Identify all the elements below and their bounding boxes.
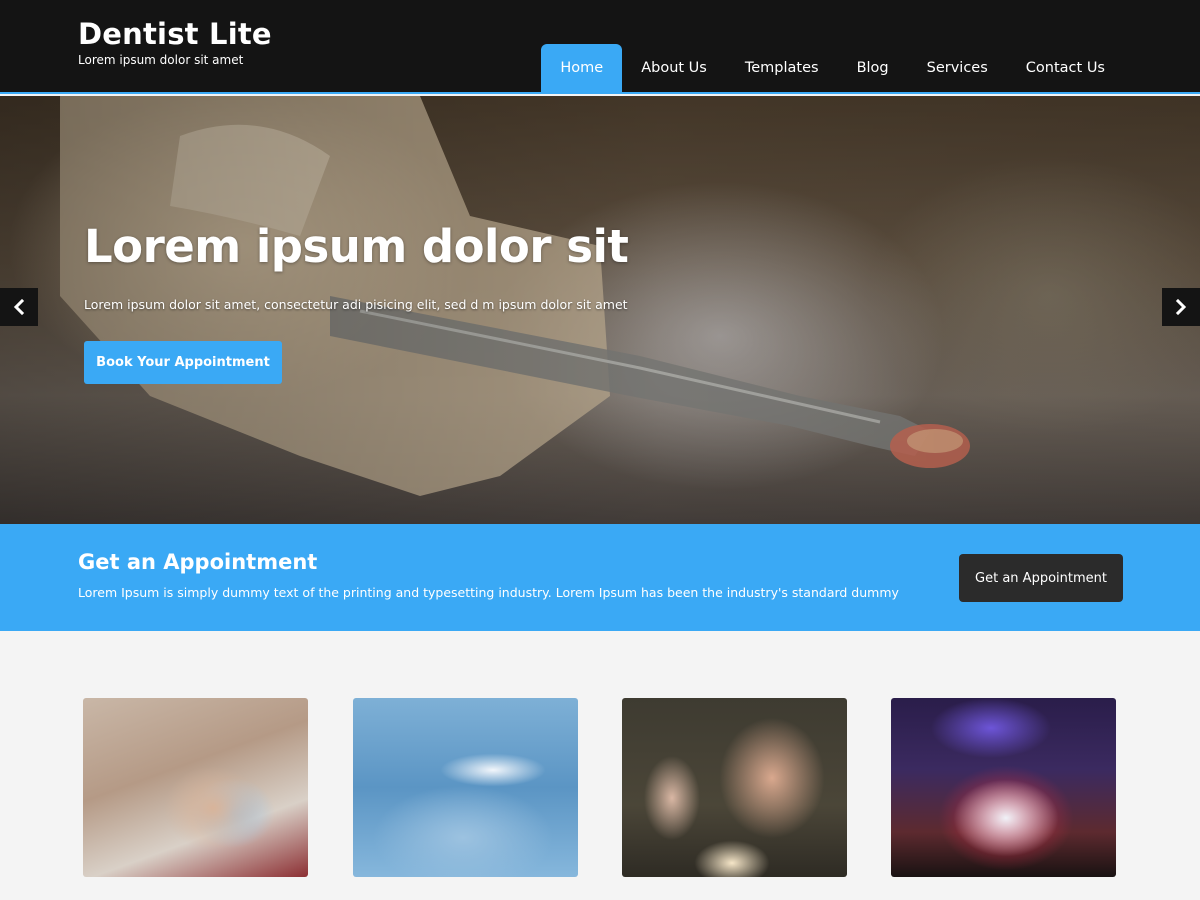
book-appointment-button[interactable]: Book Your Appointment bbox=[84, 341, 282, 384]
hero-slider: Lorem ipsum dolor sit Lorem ipsum dolor … bbox=[0, 96, 1200, 524]
nav-item-templates[interactable]: Templates bbox=[726, 44, 838, 92]
slider-prev-button[interactable] bbox=[0, 288, 38, 326]
service-image-child-patient[interactable] bbox=[83, 698, 308, 877]
nav-item-contact-us[interactable]: Contact Us bbox=[1007, 44, 1124, 92]
service-image-smile[interactable] bbox=[353, 698, 578, 877]
service-image-uv-treatment[interactable] bbox=[891, 698, 1116, 877]
site-header: Dentist Lite Lorem ipsum dolor sit amet … bbox=[0, 0, 1200, 94]
chevron-left-icon bbox=[13, 299, 25, 315]
nav-item-services[interactable]: Services bbox=[908, 44, 1007, 92]
nav-item-about-us[interactable]: About Us bbox=[622, 44, 726, 92]
site-title[interactable]: Dentist Lite bbox=[78, 17, 272, 51]
service-image-child-checkup[interactable] bbox=[622, 698, 847, 877]
hero-title: Lorem ipsum dolor sit bbox=[84, 220, 629, 273]
nav-item-home[interactable]: Home bbox=[541, 44, 623, 92]
main-nav: Home About Us Templates Blog Services Co… bbox=[541, 44, 1124, 92]
chevron-right-icon bbox=[1175, 299, 1187, 315]
appointment-banner-title: Get an Appointment bbox=[78, 550, 318, 574]
appointment-banner-text: Lorem Ipsum is simply dummy text of the … bbox=[78, 585, 899, 600]
slider-next-button[interactable] bbox=[1162, 288, 1200, 326]
get-appointment-button[interactable]: Get an Appointment bbox=[959, 554, 1123, 602]
nav-item-blog[interactable]: Blog bbox=[838, 44, 908, 92]
hero-subtitle: Lorem ipsum dolor sit amet, consectetur … bbox=[84, 297, 628, 312]
appointment-banner: Get an Appointment Lorem Ipsum is simply… bbox=[0, 524, 1200, 631]
brand[interactable]: Dentist Lite Lorem ipsum dolor sit amet bbox=[78, 17, 272, 67]
site-tagline: Lorem ipsum dolor sit amet bbox=[78, 53, 244, 67]
